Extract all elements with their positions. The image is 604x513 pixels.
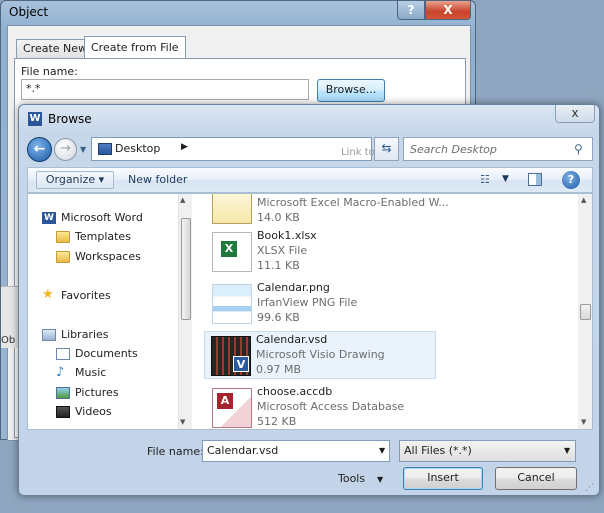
browse-button[interactable]: Browse...	[317, 79, 385, 102]
search-input[interactable]: Search Desktop ⚲	[403, 137, 593, 161]
word-icon: W	[28, 112, 42, 126]
object-file-name-input[interactable]: *.*	[21, 79, 309, 100]
file-type: Microsoft Visio Drawing	[256, 348, 385, 361]
tab-create-from-file[interactable]: Create from File	[84, 36, 186, 59]
resize-grip-icon[interactable]: ⋰	[585, 483, 594, 493]
file-type: XLSX File	[257, 244, 308, 257]
cancel-button[interactable]: Cancel	[495, 467, 577, 490]
help-icon[interactable]: ?	[562, 171, 580, 189]
file-size: 11.1 KB	[257, 259, 300, 272]
visio-icon: V	[233, 356, 249, 372]
scroll-down-arrow-icon[interactable]: ▼	[180, 418, 185, 426]
browse-file-name-input[interactable]: Calendar.vsd	[202, 440, 390, 462]
file-item-calendar-png[interactable]: Calendar.png IrfanView PNG File 99.6 KB	[206, 280, 436, 328]
browse-file-name-label: File name:	[147, 445, 204, 458]
folder-icon	[56, 231, 70, 243]
scroll-up-arrow-icon[interactable]: ▲	[180, 196, 185, 204]
file-type-filter-select[interactable]: All Files (*.*)	[399, 440, 576, 462]
access-file-icon	[212, 388, 252, 428]
excel-macro-file-icon	[212, 194, 252, 224]
organize-button[interactable]: Organize ▾	[36, 171, 114, 189]
folder-icon	[56, 251, 70, 263]
file-name: choose.accdb	[257, 385, 333, 398]
tools-button[interactable]: Tools	[338, 472, 365, 485]
scroll-down-arrow-icon[interactable]: ▼	[581, 418, 586, 426]
file-size: 99.6 KB	[257, 311, 300, 324]
view-chevron-down-icon[interactable]: ▼	[502, 174, 509, 184]
address-bar[interactable]: Desktop ▶	[91, 137, 372, 161]
forward-arrow-icon[interactable]: →	[54, 138, 77, 161]
search-placeholder: Search Desktop	[410, 143, 497, 156]
address-desktop[interactable]: Desktop	[115, 142, 160, 155]
documents-icon	[56, 348, 70, 360]
file-list-scroll-thumb[interactable]	[580, 304, 591, 320]
command-toolbar: Organize ▾ New folder ☷ ▼ ?	[27, 167, 593, 193]
object-file-name-label: File name:	[21, 65, 78, 78]
nav-item-label: Workspaces	[75, 250, 141, 263]
file-type: Microsoft Excel Macro-Enabled W...	[257, 196, 449, 209]
organize-label: Organize	[45, 173, 96, 186]
nav-item-label: Videos	[75, 405, 112, 418]
file-type: Microsoft Access Database	[257, 400, 405, 413]
file-name: Book1.xlsx	[257, 229, 317, 242]
word-icon: W	[42, 212, 56, 224]
file-name: Calendar.png	[257, 281, 330, 294]
change-view-icon[interactable]: ☷	[480, 173, 494, 187]
search-icon[interactable]: ⚲	[574, 142, 583, 156]
object-dialog-title: Object	[9, 5, 49, 19]
file-item-choose-accdb[interactable]: choose.accdb Microsoft Access Database 5…	[206, 384, 436, 429]
refresh-icon[interactable]: ⇆	[374, 137, 399, 161]
nav-item-label: Microsoft Word	[61, 211, 143, 224]
file-list-scrollbar[interactable]: ▲ ▼	[578, 194, 592, 429]
object-help-button[interactable]: ?	[397, 1, 425, 20]
nav-item-label: Documents	[75, 347, 138, 360]
nav-item-label: Favorites	[61, 289, 111, 302]
libraries-icon	[42, 329, 56, 341]
scroll-up-arrow-icon[interactable]: ▲	[581, 196, 586, 204]
file-list: Microsoft Excel Macro-Enabled W... 14.0 …	[196, 194, 576, 429]
file-item-xlsm[interactable]: Microsoft Excel Macro-Enabled W... 14.0 …	[206, 194, 449, 228]
file-size: 0.97 MB	[256, 363, 302, 376]
browser-content: W Microsoft Word Templates Workspaces ★ …	[27, 193, 593, 430]
file-size: 14.0 KB	[257, 211, 300, 224]
preview-pane-icon[interactable]	[528, 173, 542, 186]
browse-dialog: W Browse x ← → ▼ Desktop ▶ Link to file …	[18, 104, 600, 496]
nav-item-label: Libraries	[61, 328, 109, 341]
nav-item-label: Pictures	[75, 386, 119, 399]
tools-chevron-down-icon[interactable]: ▼	[377, 475, 383, 484]
address-chevron-icon[interactable]: ▶	[181, 142, 188, 152]
navigation-pane: W Microsoft Word Templates Workspaces ★ …	[28, 194, 178, 429]
file-item-book1[interactable]: Book1.xlsx XLSX File 11.1 KB	[206, 228, 436, 276]
file-name: Calendar.vsd	[256, 333, 328, 346]
object-close-button[interactable]: X	[425, 1, 471, 20]
browse-close-button[interactable]: x	[555, 105, 595, 123]
recent-locations-chevron-icon[interactable]: ▼	[80, 145, 86, 154]
file-type: IrfanView PNG File	[257, 296, 358, 309]
browse-dialog-title: Browse	[48, 112, 92, 126]
nav-item-label: Music	[75, 366, 107, 379]
nav-item-label: Templates	[75, 230, 131, 243]
file-name-chevron-down-icon[interactable]: ▼	[379, 446, 385, 455]
desktop-icon	[98, 143, 112, 155]
object-partial-label: Ob	[1, 335, 16, 346]
excel-file-icon	[212, 232, 252, 272]
music-icon: ♪	[56, 365, 65, 380]
videos-icon	[56, 406, 70, 418]
png-thumbnail-icon	[212, 284, 252, 324]
tab-create-new[interactable]: Create New	[16, 39, 95, 58]
new-folder-button[interactable]: New folder	[128, 173, 187, 186]
pictures-icon	[56, 387, 70, 399]
file-item-calendar-vsd[interactable]: V Calendar.vsd Microsoft Visio Drawing 0…	[204, 331, 436, 379]
filter-chevron-down-icon[interactable]: ▼	[564, 446, 570, 455]
nav-pane-scrollbar[interactable]: ▲ ▼	[178, 194, 192, 429]
insert-button[interactable]: Insert	[403, 467, 483, 490]
star-icon: ★	[42, 287, 54, 302]
file-size: 512 KB	[257, 415, 297, 428]
nav-pane-scroll-thumb[interactable]	[181, 218, 191, 320]
back-arrow-icon[interactable]: ←	[27, 137, 52, 162]
